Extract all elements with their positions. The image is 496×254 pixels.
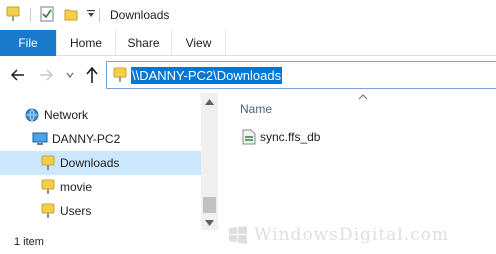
file-name: sync.ffs_db — [260, 130, 321, 144]
tree-item-users[interactable]: Users — [0, 199, 201, 223]
tree-item-danny-pc2[interactable]: DANNY-PC2 — [0, 127, 201, 151]
tree-item-downloads[interactable]: Downloads — [0, 151, 201, 175]
tree-label: DANNY-PC2 — [52, 132, 121, 146]
tree-label: Downloads — [60, 156, 120, 170]
up-arrow-icon[interactable] — [84, 66, 100, 84]
tab-file[interactable]: File — [0, 30, 56, 56]
sort-ascending-icon — [358, 94, 368, 100]
file-item[interactable]: sync.ffs_db — [240, 126, 400, 148]
tree-item-network[interactable]: Network — [0, 103, 201, 127]
network-icon — [25, 108, 39, 122]
toolbar-separator — [30, 8, 31, 22]
tree-item-movie[interactable]: movie — [0, 175, 201, 199]
navigation-bar: \\DANNY-PC2\Downloads — [0, 57, 496, 93]
folder-icon — [41, 179, 55, 194]
database-file-icon — [242, 129, 256, 145]
folder-icon — [41, 203, 55, 218]
column-header-name[interactable]: Name — [240, 102, 272, 116]
properties-icon[interactable] — [40, 6, 54, 22]
tab-view[interactable]: View — [172, 30, 226, 56]
ribbon-tabs: File Home Share View — [0, 30, 496, 56]
address-path[interactable]: \\DANNY-PC2\Downloads — [131, 67, 283, 84]
folder-pin-icon[interactable] — [6, 6, 20, 22]
title-separator — [99, 8, 100, 22]
windows-logo-icon — [229, 226, 247, 244]
scrollbar-thumb[interactable] — [203, 197, 216, 213]
folder-icon — [41, 155, 55, 170]
window-title: Downloads — [110, 8, 170, 22]
recent-locations-chevron-icon[interactable] — [66, 71, 74, 79]
tree-label: Network — [44, 108, 89, 122]
scroll-down-arrow-icon[interactable] — [205, 220, 214, 226]
tree-label: Users — [60, 204, 92, 218]
title-bar: Downloads — [0, 0, 496, 30]
status-item-count: 1 item — [14, 236, 44, 248]
scroll-up-arrow-icon[interactable] — [205, 99, 214, 105]
folder-location-icon — [113, 67, 127, 82]
watermark: WindowsDigital.com — [224, 219, 494, 253]
tree-label: movie — [60, 180, 93, 194]
watermark-text: WindowsDigital.com — [254, 225, 450, 245]
tab-share[interactable]: Share — [116, 30, 172, 56]
new-folder-icon[interactable] — [64, 7, 78, 21]
forward-arrow-icon[interactable] — [38, 67, 54, 83]
address-bar[interactable]: \\DANNY-PC2\Downloads — [106, 61, 496, 89]
navigation-pane: Network DANNY-PC2 Downloads movie Users — [0, 93, 218, 230]
back-arrow-icon[interactable] — [10, 67, 26, 83]
computer-icon — [32, 132, 48, 145]
tab-home[interactable]: Home — [56, 30, 116, 56]
customize-toolbar-dropdown-icon[interactable] — [86, 9, 96, 19]
